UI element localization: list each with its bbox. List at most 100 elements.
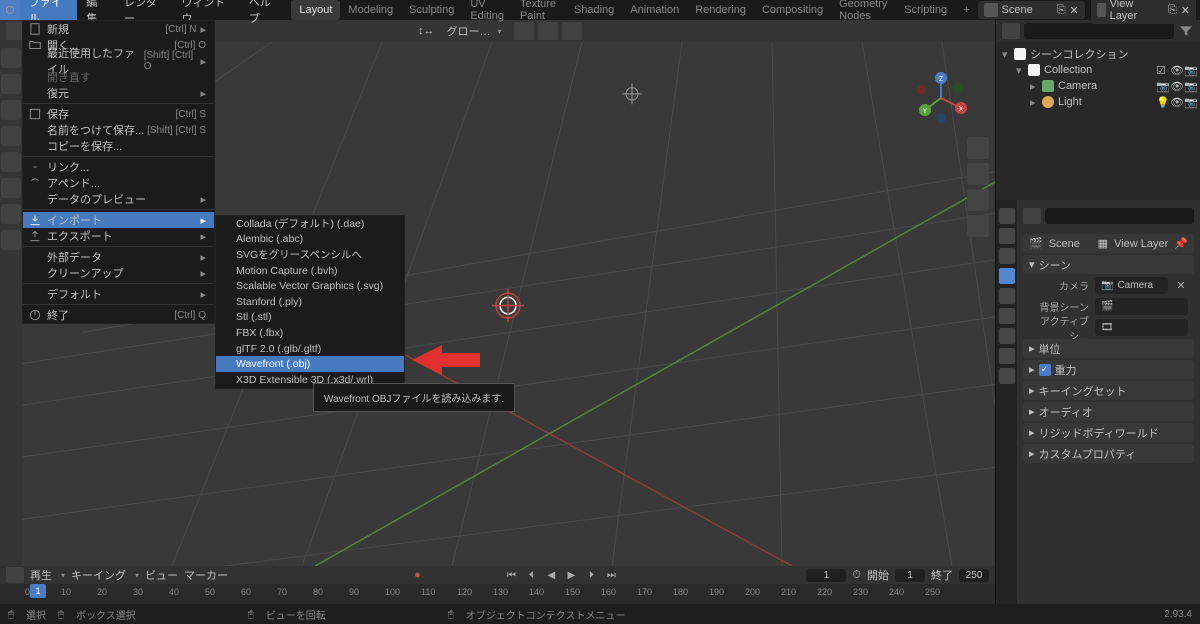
im-svg[interactable]: Scalable Vector Graphics (.svg) (216, 278, 404, 294)
snap-icon[interactable] (538, 22, 558, 40)
tool-cursor[interactable] (1, 74, 21, 94)
im-obj[interactable]: Wavefront (.obj) (216, 356, 404, 372)
fm-import[interactable]: インポート▸ (23, 212, 214, 228)
tool-transform[interactable] (1, 178, 21, 198)
ws-layout[interactable]: Layout (291, 0, 340, 20)
fm-cleanup[interactable]: クリーンアップ▸ (23, 265, 214, 281)
tool-move[interactable] (1, 100, 21, 120)
fm-quit[interactable]: 終了[Ctrl] Q (23, 307, 214, 323)
im-bvh[interactable]: Motion Capture (.bvh) (216, 263, 404, 279)
fm-new[interactable]: 新規[Ctrl] N▸ (23, 21, 214, 37)
clock-icon[interactable]: ⏱ (852, 569, 861, 582)
blender-logo[interactable] (0, 0, 20, 20)
play-rev-icon[interactable]: ◀ (542, 567, 560, 583)
tab-scene[interactable] (999, 268, 1015, 284)
section-rb[interactable]: ▸リジッドボディワールド (1023, 423, 1194, 442)
tl-keying[interactable]: キーイング (71, 567, 126, 583)
tab-particle[interactable] (999, 348, 1015, 364)
fm-save[interactable]: 保存[Ctrl] S (23, 106, 214, 122)
ws-shading[interactable]: Shading (566, 0, 622, 20)
eye-icon[interactable]: 👁 (1170, 96, 1182, 108)
tool-annotate[interactable] (1, 204, 21, 224)
fm-export[interactable]: エクスポート▸ (23, 228, 214, 244)
activeclip-field[interactable]: 🎞 (1095, 319, 1188, 336)
viewlayer-selector[interactable]: View Layer ⎘✕ (1091, 0, 1196, 24)
tab-modifier[interactable] (999, 328, 1015, 344)
out-scene-collection[interactable]: ▾シーンコレクション (1000, 46, 1196, 62)
fm-revert[interactable]: 復元▸ (23, 85, 214, 101)
prop-edit-icon[interactable] (562, 22, 582, 40)
ws-modeling[interactable]: Modeling (340, 0, 401, 20)
timeline-cursor[interactable]: 1 (30, 584, 46, 598)
fm-savecopy[interactable]: コピーを保存... (23, 138, 214, 154)
camera-field[interactable]: 📷Camera (1095, 277, 1168, 294)
out-light[interactable]: ▸Light 💡👁📷 (1000, 94, 1196, 110)
ws-rendering[interactable]: Rendering (687, 0, 754, 20)
tool-select[interactable] (1, 48, 21, 68)
im-svggp[interactable]: SVGをグリースペンシルへ (216, 247, 404, 263)
zoom-icon[interactable] (967, 137, 989, 159)
gravity-checkbox[interactable]: ✓ (1039, 364, 1051, 376)
section-gravity[interactable]: ▸✓重力 (1023, 360, 1194, 379)
section-audio[interactable]: ▸オーディオ (1023, 402, 1194, 421)
im-stl[interactable]: Stl (.stl) (216, 310, 404, 326)
tool-measure[interactable] (1, 230, 21, 250)
menu-window[interactable]: ウィンドウ (172, 0, 239, 20)
frame-current[interactable]: 1 (806, 569, 846, 582)
section-custom[interactable]: ▸カスタムプロパティ (1023, 444, 1194, 463)
tool-rotate[interactable] (1, 126, 21, 146)
keyframe-prev-icon[interactable]: ⏴ (522, 567, 540, 583)
outliner-search[interactable] (1024, 23, 1174, 39)
tl-marker[interactable]: マーカー (184, 567, 228, 583)
ws-geonodes[interactable]: Geometry Nodes (831, 0, 896, 20)
tl-view[interactable]: ビュー (145, 567, 178, 583)
filter-icon[interactable] (1178, 23, 1194, 39)
im-alembic[interactable]: Alembic (.abc) (216, 232, 404, 248)
im-ply[interactable]: Stanford (.ply) (216, 294, 404, 310)
fm-external[interactable]: 外部データ▸ (23, 249, 214, 265)
timeline-type-icon[interactable] (6, 567, 24, 583)
ws-texture[interactable]: Texture Paint (512, 0, 566, 20)
tl-playback[interactable]: 再生 (30, 567, 52, 583)
render-icon[interactable]: 📷 (1184, 80, 1196, 92)
pin-icon[interactable]: 📌 (1174, 237, 1188, 250)
tab-object[interactable] (999, 308, 1015, 324)
section-scene[interactable]: ▾シーン (1023, 255, 1194, 274)
bgscene-field[interactable]: 🎬 (1095, 298, 1188, 315)
ws-add[interactable]: + (955, 0, 977, 20)
fm-link[interactable]: リンク... (23, 159, 214, 175)
tab-world[interactable] (999, 288, 1015, 304)
menu-edit[interactable]: 編集 (77, 0, 115, 20)
fm-recent[interactable]: 最近使用したファイル[Shift] [Ctrl] O▸ (23, 53, 214, 69)
fm-defaults[interactable]: デフォルト▸ (23, 286, 214, 302)
section-keying[interactable]: ▸キーイングセット (1023, 381, 1194, 400)
jump-start-icon[interactable]: ⏮ (502, 567, 520, 583)
tool-scale[interactable] (1, 152, 21, 172)
menu-help[interactable]: ヘルプ (240, 0, 288, 20)
pan-icon[interactable] (967, 163, 989, 185)
persp-ortho-icon[interactable] (967, 215, 989, 237)
ws-uv[interactable]: UV Editing (462, 0, 512, 20)
keyframe-next-icon[interactable]: ⏵ (582, 567, 600, 583)
camera-view-icon[interactable] (967, 189, 989, 211)
tab-render[interactable] (999, 208, 1015, 224)
menu-file[interactable]: ファイル (20, 0, 77, 20)
fm-datapreview[interactable]: データのプレビュー▸ (23, 191, 214, 207)
ws-compositing[interactable]: Compositing (754, 0, 831, 20)
frame-start[interactable]: 1 (895, 569, 925, 582)
im-collada[interactable]: Collada (デフォルト) (.dae) (216, 216, 404, 232)
im-gltf[interactable]: glTF 2.0 (.glb/.gltf) (216, 341, 404, 357)
menu-render[interactable]: レンダー (115, 0, 172, 20)
props-search[interactable] (1045, 208, 1194, 224)
tab-physics[interactable] (999, 368, 1015, 384)
tab-output[interactable] (999, 228, 1015, 244)
eye-icon[interactable]: 👁 (1170, 64, 1182, 76)
render-icon[interactable]: 📷 (1184, 96, 1196, 108)
ws-scripting[interactable]: Scripting (896, 0, 955, 20)
section-units[interactable]: ▸単位 (1023, 339, 1194, 358)
play-icon[interactable]: ▶ (562, 567, 580, 583)
checkbox-icon[interactable]: ☑ (1156, 64, 1168, 76)
jump-end-icon[interactable]: ⏭ (602, 567, 620, 583)
scene-selector[interactable]: Scene ⎘✕ (978, 1, 1085, 19)
autokey-icon[interactable]: ● (414, 569, 421, 581)
